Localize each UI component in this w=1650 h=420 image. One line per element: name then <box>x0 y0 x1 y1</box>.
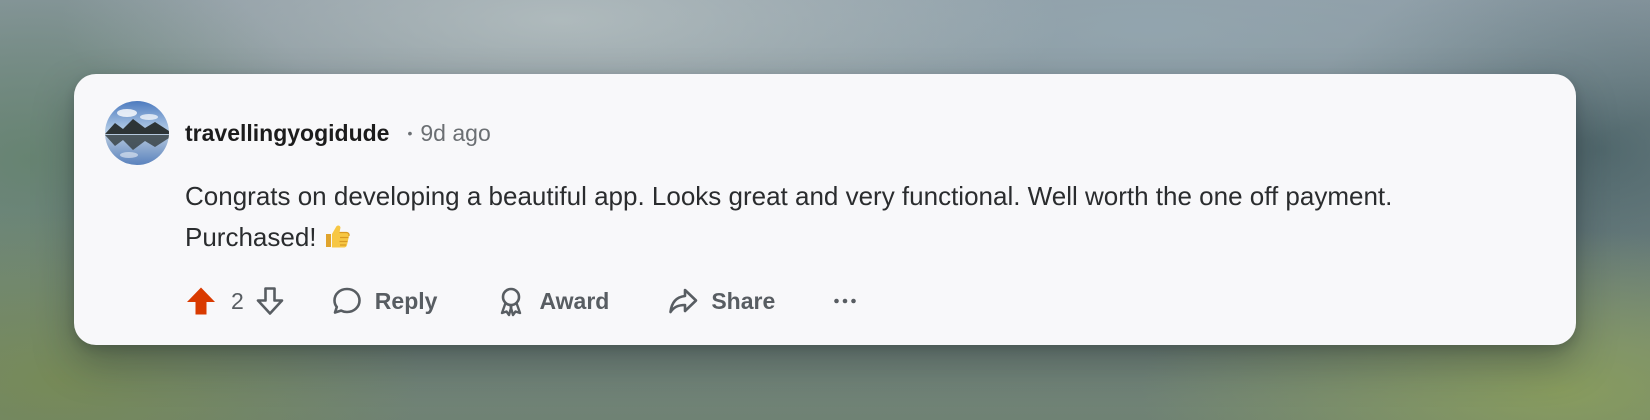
comment-header: travellingyogidude • 9d ago <box>185 118 491 148</box>
share-button[interactable]: Share <box>667 285 775 317</box>
downvote-button[interactable] <box>254 285 286 317</box>
arrow-up-icon <box>187 287 215 315</box>
timestamp[interactable]: 9d ago <box>420 120 490 147</box>
arrow-down-icon <box>256 287 284 315</box>
reply-label: Reply <box>374 287 438 314</box>
vote-controls: 2 <box>185 285 286 317</box>
vote-count: 2 <box>231 287 244 314</box>
award-button[interactable]: Award <box>495 285 609 317</box>
share-label: Share <box>711 287 776 314</box>
avatar-image <box>105 101 169 165</box>
comment-actions: 2 Reply Award Share <box>185 276 857 326</box>
share-icon <box>669 288 698 314</box>
comment-body-line: Congrats on developing a beautiful app. … <box>185 181 1393 211</box>
avatar[interactable] <box>105 101 169 165</box>
award-label: Award <box>539 287 610 314</box>
thumbs-up-icon <box>323 221 351 262</box>
more-options-button[interactable] <box>833 296 857 306</box>
award-icon <box>501 287 522 317</box>
comment-body: Congrats on developing a beautiful app. … <box>185 176 1555 262</box>
username[interactable]: travellingyogidude <box>185 120 389 147</box>
separator-dot: • <box>407 125 413 141</box>
comment-body-line: Purchased! <box>185 217 1555 262</box>
comment-card: travellingyogidude • 9d ago Congrats on … <box>74 74 1576 345</box>
reply-button[interactable]: Reply <box>331 285 438 317</box>
comment-body-text: Purchased! <box>185 222 317 252</box>
speech-bubble-icon <box>332 287 361 314</box>
upvote-button[interactable] <box>185 285 217 317</box>
ellipsis-icon <box>834 298 857 304</box>
